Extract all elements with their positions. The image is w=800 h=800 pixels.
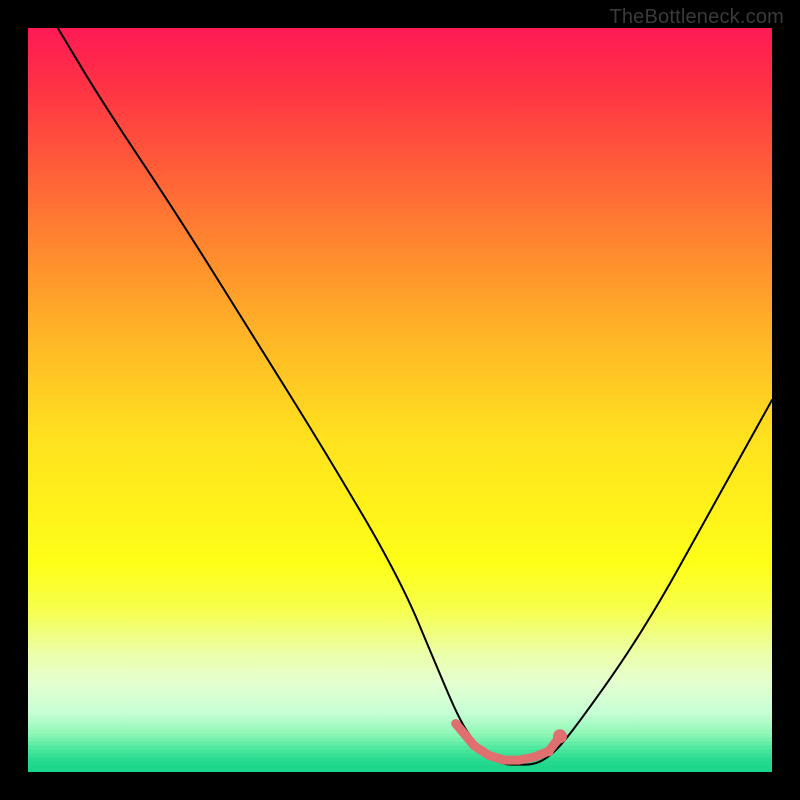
marker-dot (530, 753, 538, 761)
bottleneck-curve-path (58, 28, 772, 765)
plot-area (28, 28, 772, 772)
marker-dot (515, 756, 523, 764)
watermark-text: TheBottleneck.com (609, 6, 784, 29)
bottom-markers (451, 719, 567, 764)
marker-dot (500, 756, 508, 764)
marker-dot (485, 752, 493, 760)
marker-dot (470, 742, 478, 750)
marker-connector (456, 724, 560, 761)
marker-dot (451, 719, 460, 728)
chart-canvas: TheBottleneck.com (0, 0, 800, 800)
marker-dot (544, 746, 554, 756)
curve-svg (28, 28, 772, 772)
marker-dot (553, 729, 567, 743)
